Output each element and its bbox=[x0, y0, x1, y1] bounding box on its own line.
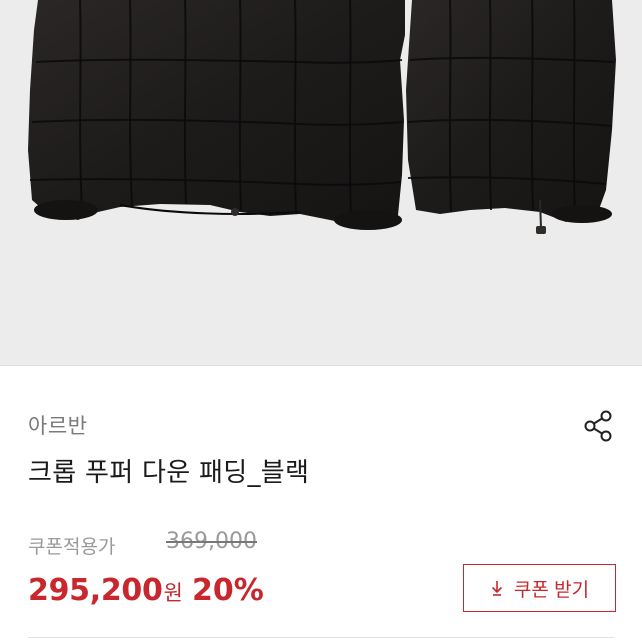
get-coupon-label: 쿠폰 받기 bbox=[513, 579, 590, 601]
original-price: 369,000 bbox=[166, 529, 257, 554]
sale-price-unit: 원 bbox=[163, 581, 183, 605]
section-divider bbox=[28, 637, 614, 638]
coupon-price-label: 쿠폰적용가 bbox=[28, 536, 116, 558]
product-info: 아르반 크롭 푸퍼 다운 패딩_블랙 쿠폰적용가 369,000 295,200… bbox=[0, 366, 642, 642]
discount-rate: 20% bbox=[192, 573, 264, 608]
share-button[interactable] bbox=[578, 406, 618, 446]
share-icon bbox=[580, 408, 616, 444]
brand-name[interactable]: 아르반 bbox=[28, 410, 87, 440]
jacket-front-illustration bbox=[28, 0, 405, 230]
jacket-back-illustration bbox=[406, 0, 616, 234]
sale-price-amount: 295,200 bbox=[28, 573, 163, 608]
sale-price: 295,200원 bbox=[28, 573, 183, 608]
get-coupon-button[interactable]: 쿠폰 받기 bbox=[463, 564, 616, 612]
product-title: 크롭 푸퍼 다운 패딩_블랙 bbox=[28, 458, 310, 488]
product-image[interactable] bbox=[0, 0, 642, 365]
download-arrow-icon bbox=[490, 580, 504, 596]
